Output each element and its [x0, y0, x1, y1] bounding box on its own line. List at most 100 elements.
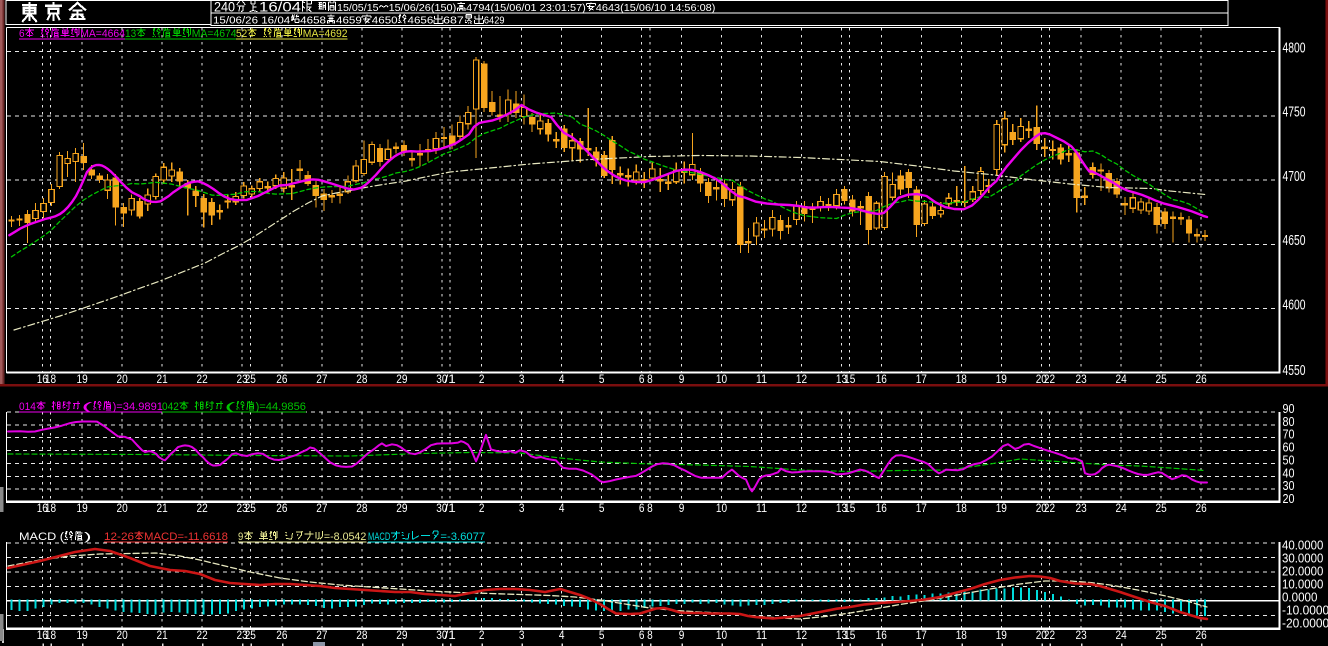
svg-text:8: 8 [647, 501, 653, 515]
svg-text:4656: 4656 [408, 14, 434, 26]
svg-text:4794(15/06/01 23:01:57): 4794(15/06/01 23:01:57) [466, 2, 586, 14]
svg-text:15: 15 [844, 372, 855, 386]
svg-text:2: 2 [479, 372, 485, 386]
svg-text:17: 17 [916, 628, 927, 642]
svg-text:27: 27 [316, 501, 327, 515]
svg-text:6: 6 [639, 372, 645, 386]
svg-text:12: 12 [796, 501, 807, 515]
svg-text:20: 20 [117, 628, 128, 642]
svg-text:19: 19 [77, 372, 88, 386]
svg-text:5: 5 [599, 628, 605, 642]
svg-text:11: 11 [756, 628, 767, 642]
svg-text:4658: 4658 [300, 14, 326, 26]
svg-text:MACD: MACD [368, 531, 390, 543]
svg-text:4650: 4650 [372, 14, 398, 26]
svg-text:8: 8 [647, 628, 653, 642]
svg-text:4650: 4650 [1283, 233, 1306, 249]
svg-text:MA=4692: MA=4692 [303, 28, 348, 40]
svg-text:2: 2 [479, 501, 485, 515]
svg-text:10: 10 [716, 372, 727, 386]
svg-text:18: 18 [956, 501, 967, 515]
svg-text:22: 22 [1044, 372, 1055, 386]
svg-text:18: 18 [956, 628, 967, 642]
svg-text:17: 17 [916, 372, 927, 386]
svg-text:12: 12 [796, 372, 807, 386]
svg-text:24: 24 [1116, 501, 1127, 515]
svg-text:12: 12 [796, 628, 807, 642]
svg-text:17: 17 [916, 501, 927, 515]
svg-text:27: 27 [316, 628, 327, 642]
svg-text:15/05/15: 15/05/15 [337, 2, 379, 14]
svg-text:18: 18 [956, 372, 967, 386]
svg-text:25: 25 [1156, 372, 1167, 386]
svg-text:4700: 4700 [1283, 169, 1306, 185]
svg-text:16: 16 [876, 501, 887, 515]
svg-text:3: 3 [519, 628, 525, 642]
svg-text:4643(15/06/10 14:56:08): 4643(15/06/10 14:56:08) [596, 2, 716, 14]
svg-text:26: 26 [276, 501, 287, 515]
svg-text:13: 13 [125, 28, 136, 40]
svg-text:25: 25 [1156, 501, 1167, 515]
svg-text:5: 5 [599, 501, 605, 515]
svg-text:20: 20 [117, 501, 128, 515]
svg-text:240: 240 [214, 0, 235, 15]
svg-text:28: 28 [356, 372, 367, 386]
svg-text:18: 18 [45, 372, 56, 386]
svg-text:4659: 4659 [336, 14, 362, 26]
svg-text:25: 25 [1156, 628, 1167, 642]
svg-text:9: 9 [679, 372, 685, 386]
svg-text:4: 4 [559, 372, 565, 386]
svg-text:25: 25 [245, 501, 256, 515]
svg-text:)=44.9856: )=44.9856 [256, 401, 306, 413]
svg-text:4750: 4750 [1283, 105, 1306, 121]
svg-text:20: 20 [1283, 491, 1295, 506]
svg-text:10: 10 [716, 501, 727, 515]
svg-text:19: 19 [77, 501, 88, 515]
svg-text:=-3.6077: =-3.6077 [440, 531, 485, 543]
svg-text:19: 19 [996, 501, 1007, 515]
svg-text:4550: 4550 [1283, 363, 1306, 379]
svg-text:MACD (: MACD ( [19, 531, 64, 543]
svg-text:22: 22 [197, 501, 208, 515]
svg-text:8: 8 [647, 372, 653, 386]
svg-text:3: 3 [519, 372, 525, 386]
svg-text:24: 24 [1116, 628, 1127, 642]
svg-text:6: 6 [19, 28, 25, 40]
svg-text:26: 26 [276, 372, 287, 386]
svg-text:26: 26 [1196, 372, 1207, 386]
svg-text:): ) [84, 531, 92, 543]
svg-text:12-26: 12-26 [104, 531, 134, 543]
svg-text:22: 22 [197, 372, 208, 386]
svg-text:15: 15 [844, 628, 855, 642]
svg-text:25: 25 [245, 628, 256, 642]
svg-text:6: 6 [639, 501, 645, 515]
svg-text:18: 18 [45, 501, 56, 515]
svg-text:19: 19 [996, 372, 1007, 386]
svg-text:25: 25 [245, 372, 256, 386]
svg-text:4: 4 [559, 628, 565, 642]
svg-text:26: 26 [1196, 501, 1207, 515]
svg-text:/1: /1 [445, 501, 457, 515]
svg-text:9: 9 [679, 501, 685, 515]
svg-text:MA=4664: MA=4664 [80, 28, 125, 40]
svg-text:26: 26 [1196, 628, 1207, 642]
svg-text:/1: /1 [445, 628, 457, 642]
svg-text:29: 29 [396, 501, 407, 515]
svg-text:4800: 4800 [1283, 40, 1306, 56]
svg-text:-20.0000: -20.0000 [1282, 616, 1328, 631]
svg-text:9: 9 [679, 628, 685, 642]
svg-text:22: 22 [1044, 628, 1055, 642]
svg-text:21: 21 [157, 372, 168, 386]
svg-text:22: 22 [1044, 501, 1055, 515]
svg-text:)=34.9891: )=34.9891 [113, 401, 163, 413]
svg-text:9: 9 [238, 531, 243, 543]
svg-text:5: 5 [599, 372, 605, 386]
svg-text:23: 23 [1076, 501, 1087, 515]
svg-text:15/06/26 16/04: 15/06/26 16/04 [213, 14, 290, 26]
svg-text:26: 26 [276, 628, 287, 642]
svg-text:20: 20 [117, 372, 128, 386]
svg-text:28: 28 [356, 628, 367, 642]
svg-text:27: 27 [316, 372, 327, 386]
svg-text:52: 52 [236, 28, 247, 40]
svg-text:6: 6 [639, 628, 645, 642]
